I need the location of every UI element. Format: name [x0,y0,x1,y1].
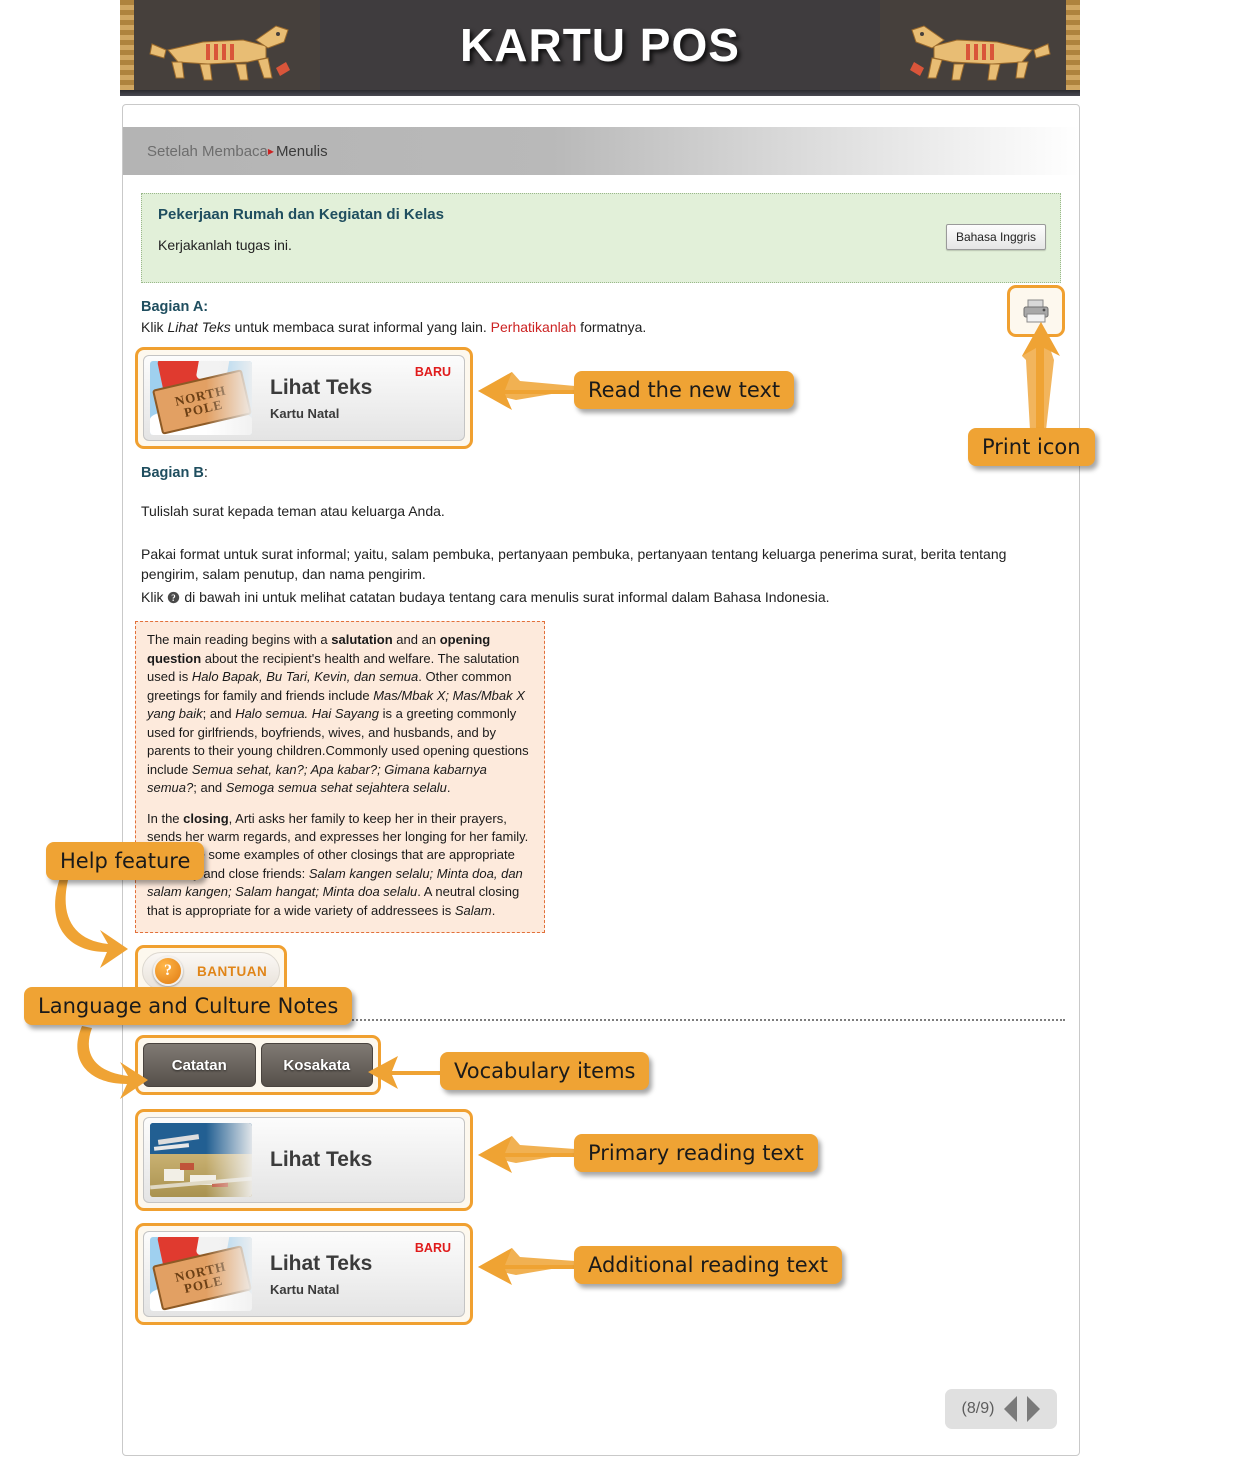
section-b-line1: Tulislah surat kepada teman atau keluarg… [141,503,445,520]
task-subtitle: Kerjakanlah tugas ini. [158,237,292,253]
sa-t1: Klik [141,319,168,335]
annotation-read-new-text: Read the new text [574,371,795,409]
sa-link: Lihat Teks [167,319,231,335]
print-button[interactable] [1007,285,1065,337]
site-banner: KARTU POS [120,0,1080,94]
land-shape [150,1154,252,1198]
north-pole-sign: NORTH POLE [152,369,252,436]
reading-card-a-title: Lihat Teks [270,375,373,399]
north-pole-image: NORTH POLE [150,1237,252,1312]
roof-shape [212,1181,228,1188]
printer-icon [1023,299,1049,323]
np1-t7: ; and [193,780,226,796]
np1-t5: ; and [202,706,236,722]
tab-kosakata[interactable]: Kosakata [260,1043,373,1088]
santa-beard-shape [195,361,231,384]
annotation-primary-reading: Primary reading text [574,1134,818,1172]
task-title: Pekerjaan Rumah dan Kegiatan di Kelas [158,206,444,223]
water-shape [150,1123,252,1155]
santa-hat-shape [156,1237,210,1270]
notes-tabs-wrapper[interactable]: Catatan Kosakata [135,1035,381,1096]
annotation-vocabulary-items: Vocabulary items [440,1052,650,1090]
svg-text:?: ? [172,593,176,603]
reading-card-b[interactable]: Lihat Teks [143,1117,465,1204]
roof-shape [180,1163,194,1171]
notes-paragraph-2: In the closing, Arti asks her family to … [147,810,533,921]
next-arrow-icon[interactable] [1027,1396,1041,1422]
dock-shape [153,1143,189,1152]
reading-card-c-wrapper[interactable]: NORTH POLE Lihat Teks Kartu Natal BARU [135,1223,473,1326]
task-box: Pekerjaan Rumah dan Kegiatan di Kelas Ke… [141,193,1061,283]
np2-i2: Salam [454,902,492,918]
bantuan-label: BANTUAN [197,963,268,979]
north-pole-image: NORTH POLE [150,361,252,436]
reading-card-c-title: Lihat Teks [270,1251,373,1275]
sb-l3-post: di bawah ini untuk melihat catatan buday… [180,589,830,606]
bantuan-button[interactable]: ? BANTUAN [142,952,280,991]
building-shape [164,1169,184,1182]
banner-bottom-shadow [120,90,1080,96]
snow-shape [150,1285,252,1312]
np1-b1: salutation [331,632,393,648]
culture-notes-box: The main reading begins with a salutatio… [135,621,545,934]
building-shape [190,1175,216,1186]
notes-paragraph-1: The main reading begins with a salutatio… [147,631,533,797]
np1-i1: Halo Bapak, Bu Tari, Kevin, dan semua [191,669,419,685]
reading-card-c[interactable]: NORTH POLE Lihat Teks Kartu Natal BARU [143,1231,465,1318]
sa-t3: formatnya. [576,319,647,335]
reading-card-a-badge: BARU [414,365,451,380]
reading-card-c-badge: BARU [414,1241,451,1256]
breadcrumb: Setelah Membaca ▸ Menulis [123,127,1079,175]
annotation-language-culture: Language and Culture Notes [24,987,353,1025]
reading-card-a-wrapper[interactable]: NORTH POLE Lihat Teks Kartu Natal BARU [135,347,473,450]
reading-card-b-wrapper[interactable]: Lihat Teks [135,1109,473,1212]
annotation-additional-reading: Additional reading text [574,1246,842,1284]
sb-heading-text: Bagian B [141,465,204,482]
santa-beard-shape [195,1237,231,1260]
annotation-print-icon: Print icon [968,428,1095,466]
np1-t1: The main reading begins with a [147,632,332,648]
section-b-line2: Pakai format untuk surat informal; yaitu… [141,545,1007,582]
np1-t8: . [446,780,451,796]
sb-l3-pre: Klik [141,589,168,606]
breadcrumb-current: Menulis [275,142,328,160]
np1-t2: and an [392,632,440,648]
reading-card-b-title: Lihat Teks [270,1148,373,1172]
reading-card-c-subtitle: Kartu Natal [270,1281,340,1297]
santa-hat-shape [156,361,210,394]
reading-card-a-subtitle: Kartu Natal [270,405,340,421]
sa-emphasis: Perhatikanlah [490,319,577,335]
language-toggle-button[interactable]: Bahasa Inggris [945,224,1046,250]
dock-shape [158,1133,200,1145]
north-pole-sign: NORTH POLE [152,1245,252,1312]
snow-shape [150,409,252,436]
reading-card-c-labels: Lihat Teks Kartu Natal [270,1252,372,1297]
question-mark-icon: ? [153,956,183,987]
help-circle-icon[interactable]: ? [167,591,180,604]
annotation-help-feature: Help feature [46,842,205,880]
reading-card-a-labels: Lihat Teks Kartu Natal [270,376,372,421]
prev-arrow-icon[interactable] [1004,1396,1018,1422]
breadcrumb-separator-icon: ▸ [267,144,274,158]
np2-t4: . [491,902,496,918]
np2-b1: closing [183,810,229,826]
harbour-aerial-image [150,1123,252,1198]
banner-title: KARTU POS [460,19,740,71]
road-shape [150,1177,252,1190]
pagination[interactable]: (8/9) [945,1389,1057,1429]
sb-heading-colon: : [203,465,208,482]
sa-t2: untuk membaca surat informal yang lain. [230,319,491,335]
section-a-heading: Bagian A: [141,299,209,315]
section-b-heading: Bagian B: [141,465,1079,481]
np2-t1: In the [147,810,184,826]
section-a-instruction: Klik Lihat Teks untuk membaca surat info… [141,317,1061,337]
reading-card-b-labels: Lihat Teks [270,1148,372,1172]
page-indicator: (8/9) [961,1400,995,1417]
np1-i5: Semoga semua sehat sejahtera selalu [225,780,447,796]
tab-catatan[interactable]: Catatan [143,1043,256,1088]
np1-i3: Halo semua. Hai Sayang [235,706,379,722]
breadcrumb-parent[interactable]: Setelah Membaca [147,143,268,160]
reading-card-a[interactable]: NORTH POLE Lihat Teks Kartu Natal BARU [143,355,465,442]
section-b-line3: Klik ? di bawah ini untuk melihat catata… [141,587,1061,607]
